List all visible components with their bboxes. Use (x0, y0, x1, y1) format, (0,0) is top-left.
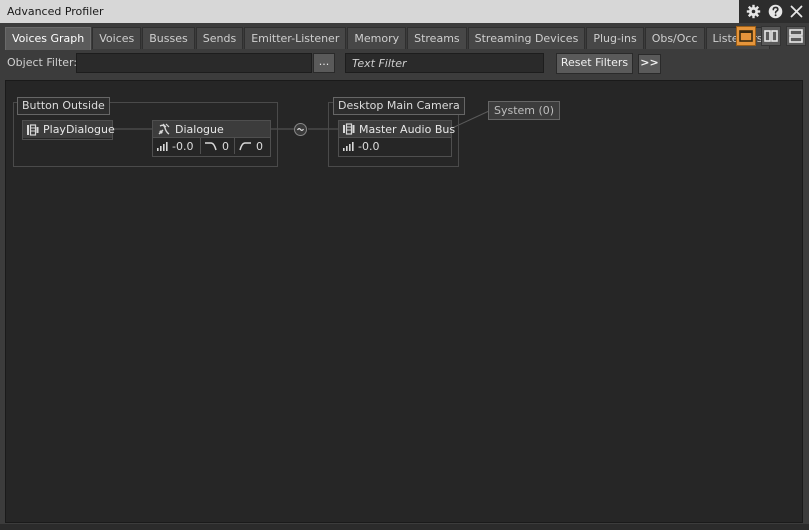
tab-bar: Voices Graph Voices Busses Sends Emitter… (0, 23, 809, 50)
tab-voices[interactable]: Voices (92, 27, 142, 49)
node-header: Dialogue (153, 121, 270, 138)
lowpass-value: 0 (222, 139, 229, 153)
volume-cell: -0.0 (339, 138, 451, 154)
bridge-icon[interactable] (294, 123, 307, 136)
object-filter-label: Object Filter: (7, 56, 78, 69)
node-stats: -0.0 (339, 138, 451, 154)
voices-graph-canvas[interactable]: Button Outside Desktop Main Camera PlayD… (5, 80, 803, 523)
emitter-group-label[interactable]: Button Outside (17, 97, 110, 115)
highpass-value: 0 (256, 139, 263, 153)
node-header: PlayDialogue (23, 121, 115, 138)
tab-emitter-listener[interactable]: Emitter-Listener (244, 27, 347, 49)
tab-plug-ins[interactable]: Plug-ins (586, 27, 644, 49)
title-bar: Advanced Profiler (0, 0, 809, 23)
play-dialogue-node[interactable]: PlayDialogue (22, 120, 115, 140)
node-stats: -0.0 0 0 (153, 138, 270, 154)
tab-streams[interactable]: Streams (407, 27, 467, 49)
single-view-icon[interactable] (736, 26, 756, 46)
tab-obs-occ[interactable]: Obs/Occ (644, 27, 705, 49)
master-audio-bus-node[interactable]: Master Audio Bus -0.0 (338, 120, 455, 157)
highpass-icon (239, 142, 251, 151)
lowpass-icon (205, 142, 217, 151)
split-view-icon[interactable] (761, 26, 781, 46)
tab-list: Voices Graph Voices Busses Sends Emitter… (5, 27, 771, 50)
object-filter-input[interactable] (76, 53, 312, 73)
game-object-icon (26, 122, 40, 138)
object-filter-browse-button[interactable]: ... (313, 53, 335, 73)
highpass-cell: 0 (235, 138, 268, 154)
voice-icon (156, 121, 172, 137)
title-tools (739, 0, 809, 23)
node-name: PlayDialogue (43, 123, 115, 136)
window-title: Advanced Profiler (7, 5, 104, 18)
filter-bar: Object Filter: ... Reset Filters >> (0, 50, 809, 76)
node-name: Dialogue (175, 122, 224, 136)
volume-value: -0.0 (172, 139, 194, 153)
system-output-node[interactable]: System (0) (488, 101, 561, 120)
bus-icon (342, 121, 356, 137)
dialogue-node[interactable]: Dialogue -0.0 0 0 (152, 120, 271, 157)
volume-cell: -0.0 (153, 138, 201, 154)
volume-icon (157, 142, 168, 151)
lowpass-cell: 0 (201, 138, 235, 154)
tab-sends[interactable]: Sends (195, 27, 244, 49)
more-filters-button[interactable]: >> (638, 54, 661, 74)
reset-filters-button[interactable]: Reset Filters (556, 53, 633, 74)
gear-icon[interactable] (745, 3, 762, 20)
tab-busses[interactable]: Busses (142, 27, 195, 49)
tab-memory[interactable]: Memory (347, 27, 407, 49)
node-name: Master Audio Bus (359, 122, 456, 136)
window-bottom-edge (0, 524, 809, 530)
volume-value: -0.0 (358, 139, 380, 153)
volume-icon (343, 142, 354, 151)
close-icon[interactable] (788, 3, 805, 20)
listener-group-label[interactable]: Desktop Main Camera (333, 97, 465, 115)
tab-voices-graph[interactable]: Voices Graph (5, 27, 92, 50)
help-icon[interactable] (767, 3, 784, 20)
node-header: Master Audio Bus (339, 121, 455, 138)
tab-streaming-devices[interactable]: Streaming Devices (467, 27, 586, 49)
stacked-view-icon[interactable] (786, 26, 806, 46)
text-filter-input[interactable] (345, 53, 544, 73)
